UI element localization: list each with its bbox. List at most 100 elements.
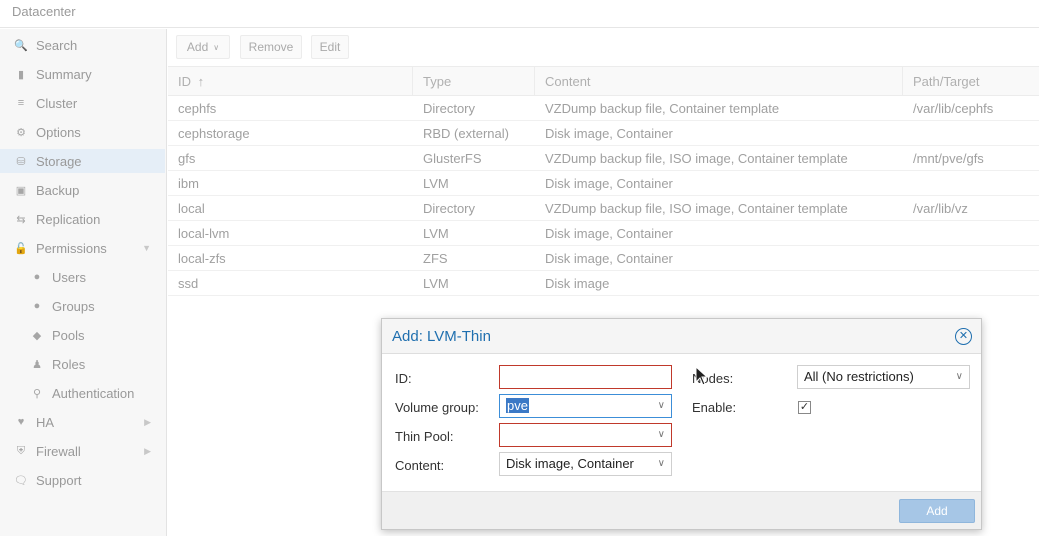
id-field[interactable]: [499, 365, 672, 389]
table-row[interactable]: local-lvm LVM Disk image, Container: [168, 221, 1039, 246]
sidebar-item-replication[interactable]: ⇆ Replication: [0, 207, 165, 231]
gear-icon: ⚙: [16, 126, 26, 139]
header-bar: Datacenter: [0, 0, 1039, 28]
sidebar-item-users[interactable]: ● Users: [0, 265, 165, 289]
comments-icon: 🗨: [14, 474, 28, 487]
column-header-content[interactable]: Content: [535, 67, 903, 96]
table-cell: RBD (external): [423, 126, 509, 141]
table-row[interactable]: local Directory VZDump backup file, ISO im…: [168, 196, 1039, 221]
dialog-footer: Add: [382, 491, 981, 529]
sidebar-item-storage[interactable]: ⛁ Storage: [0, 149, 165, 173]
table-cell: /mnt/pve/gfs: [913, 151, 984, 166]
table-cell: Disk image, Container: [545, 126, 673, 141]
table-cell: LVM: [423, 176, 449, 191]
table-cell: VZDump backup file, ISO image, Container…: [545, 151, 848, 166]
table-cell: local: [178, 201, 205, 216]
sidebar-item-groups[interactable]: ● Groups: [0, 294, 165, 318]
enable-label: Enable:: [692, 400, 737, 415]
table-cell: ssd: [178, 276, 199, 291]
mouse-pointer-icon: [695, 366, 709, 386]
add-button[interactable]: Add ∨: [176, 35, 230, 59]
id-label: ID:: [395, 371, 412, 386]
book-icon: ▮: [17, 68, 25, 81]
table-cell: [903, 171, 1039, 196]
table-cell: ZFS: [423, 251, 448, 266]
sidebar-item-options[interactable]: ⚙ Options: [0, 120, 165, 144]
table-cell: GlusterFS: [423, 151, 482, 166]
volume-group-label: Volume group:: [395, 400, 479, 415]
table-cell: Directory: [423, 101, 476, 116]
search-icon: 🔍: [14, 39, 28, 52]
table-cell: Disk image: [545, 276, 610, 291]
table-row[interactable]: local-zfs ZFS Disk image, Container: [168, 246, 1039, 271]
table-cell: local-zfs: [178, 251, 226, 266]
chevron-down-icon: ∨: [213, 42, 220, 52]
sidebar-item-ha[interactable]: ♥ HA ▶: [0, 410, 165, 434]
table-row[interactable]: cephfs Directory VZDump backup file, Conta…: [168, 96, 1039, 121]
table-row[interactable]: ibm LVM Disk image, Container: [168, 171, 1039, 196]
sidebar-item-summary[interactable]: ▮ Summary: [0, 62, 165, 86]
chevron-down-icon[interactable]: ∨: [956, 366, 963, 388]
thin-pool-select[interactable]: ∨: [499, 423, 672, 447]
thin-pool-label: Thin Pool:: [395, 429, 454, 444]
sidebar-item-permissions[interactable]: 🔓 Permissions ▼: [0, 236, 165, 260]
toolbar: Add ∨ Remove Edit: [168, 29, 1039, 65]
table-cell: [903, 121, 1039, 146]
sidebar-item-authentication[interactable]: ⚲ Authentication: [0, 381, 165, 405]
table-cell: LVM: [423, 276, 449, 291]
table-cell: LVM: [423, 226, 449, 241]
heartbeat-icon: ♥: [17, 416, 25, 428]
chevron-right-icon[interactable]: ▶: [144, 417, 151, 428]
content-label: Content:: [395, 458, 445, 473]
sidebar-item-cluster[interactable]: ≡ Cluster: [0, 91, 165, 115]
chevron-down-icon[interactable]: ∨: [658, 453, 665, 475]
remove-button[interactable]: Remove: [240, 35, 302, 59]
sidebar-item-search[interactable]: 🔍 Search: [0, 33, 165, 57]
column-header-type[interactable]: Type: [413, 67, 535, 96]
page-title: Datacenter: [12, 4, 76, 19]
male-icon: ♟: [32, 358, 42, 371]
sidebar: 🔍 Search ▮ Summary ≡ Cluster ⚙ Options ⛁…: [0, 29, 167, 536]
floppy-icon: ▣: [15, 184, 27, 197]
sidebar-item-pools[interactable]: ◆ Pools: [0, 323, 165, 347]
sidebar-item-roles[interactable]: ♟ Roles: [0, 352, 165, 376]
table-row[interactable]: gfs GlusterFS VZDump backup file, ISO imag…: [168, 146, 1039, 171]
sidebar-item-backup[interactable]: ▣ Backup: [0, 178, 165, 202]
table-cell: [903, 221, 1039, 246]
edit-button[interactable]: Edit: [311, 35, 349, 59]
chevron-right-icon[interactable]: ▶: [144, 446, 151, 457]
table-cell: Disk image, Container: [545, 226, 673, 241]
table-cell: gfs: [178, 151, 196, 166]
table-cell: /var/lib/vz: [913, 201, 968, 216]
content-select[interactable]: Disk image, Container ∨: [499, 452, 672, 476]
dialog-header: Add: LVM-Thin ✕: [382, 319, 981, 354]
table-cell: Disk image, Container: [545, 176, 673, 191]
table-row[interactable]: cephstorage RBD (external) Disk image, Con…: [168, 121, 1039, 146]
add-lvm-thin-dialog: Add: LVM-Thin ✕ ID: Volume group: pve ∨ …: [381, 318, 982, 530]
tags-icon: ◆: [32, 329, 42, 342]
table-cell: [903, 246, 1039, 271]
retweet-icon: ⇆: [16, 213, 26, 226]
grid-header: ID ↑ Type Content Path/Target: [168, 66, 1039, 96]
sidebar-item-firewall[interactable]: ⛨ Firewall ▶: [0, 439, 165, 463]
add-submit-button[interactable]: Add: [899, 499, 975, 523]
table-cell: cephfs: [178, 101, 217, 116]
database-icon: ⛁: [16, 155, 26, 168]
shield-icon: ⛨: [16, 444, 26, 457]
column-header-path[interactable]: Path/Target: [903, 67, 1039, 96]
nodes-select[interactable]: All (No restrictions) ∨: [797, 365, 970, 389]
enable-checkbox[interactable]: ✓: [798, 401, 811, 414]
chevron-down-icon[interactable]: ▼: [142, 243, 151, 253]
volume-group-select[interactable]: pve ∨: [499, 394, 672, 418]
chevron-down-icon[interactable]: ∨: [658, 424, 665, 446]
user-icon: ●: [33, 271, 41, 283]
table-row[interactable]: ssd LVM Disk image: [168, 271, 1039, 296]
users-icon: ●: [33, 300, 41, 312]
close-icon[interactable]: ✕: [955, 328, 972, 345]
table-cell: /var/lib/cephfs: [913, 101, 994, 116]
sidebar-item-support[interactable]: 🗨 Support: [0, 468, 165, 492]
chevron-down-icon[interactable]: ∨: [658, 395, 665, 417]
table-cell: cephstorage: [178, 126, 250, 141]
column-header-id[interactable]: ID ↑: [168, 67, 413, 96]
sort-asc-icon: ↑: [197, 74, 205, 89]
